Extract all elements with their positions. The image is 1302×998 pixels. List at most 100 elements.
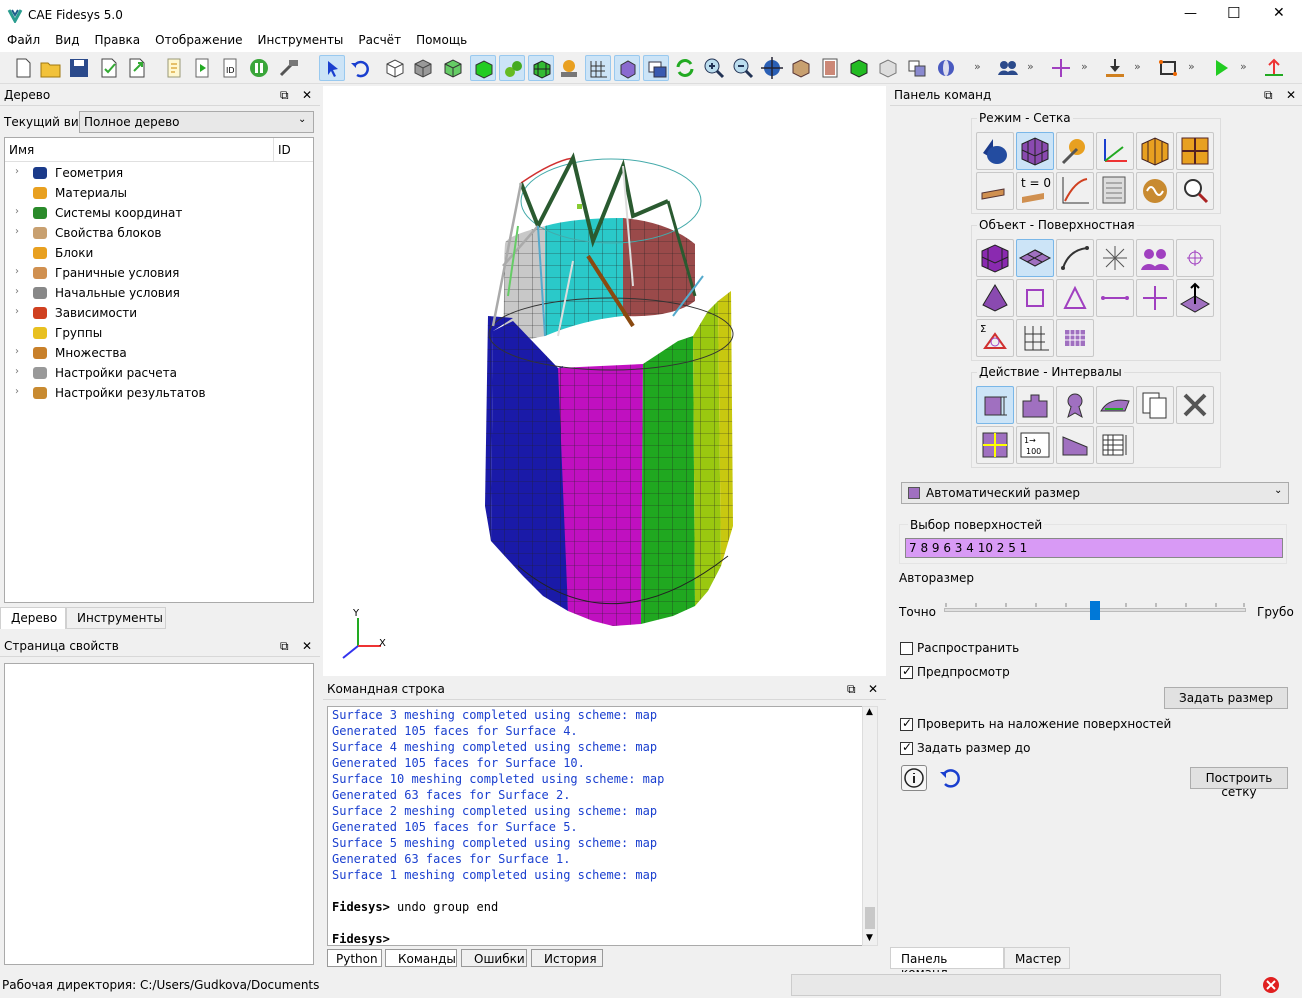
mode-sets-button[interactable] bbox=[1176, 132, 1214, 170]
grid-button[interactable] bbox=[585, 55, 611, 81]
check-overlap-checkbox[interactable] bbox=[900, 716, 913, 731]
tab-history[interactable]: История bbox=[531, 949, 603, 967]
save-as-button[interactable] bbox=[96, 55, 122, 81]
view-solid-button[interactable] bbox=[470, 55, 496, 81]
command-scrollbar[interactable]: ▲ ▼ bbox=[862, 706, 878, 946]
script-button[interactable] bbox=[162, 55, 188, 81]
run-calc-button[interactable] bbox=[1208, 55, 1234, 81]
mode-calc-button[interactable] bbox=[1096, 172, 1134, 210]
transparent-box-button[interactable] bbox=[875, 55, 901, 81]
close-button[interactable]: ✕ bbox=[1273, 5, 1285, 21]
act-count-button[interactable]: 1→ 100 bbox=[1016, 426, 1054, 464]
tab-python[interactable]: Python bbox=[327, 949, 382, 967]
menu-tools[interactable]: Инструменты bbox=[251, 30, 352, 47]
obj-surface-button[interactable] bbox=[1016, 239, 1054, 277]
tree-view[interactable]: Имя ID › Геометрия Материалы › Системы коорд… bbox=[4, 137, 314, 603]
reset-button[interactable] bbox=[937, 766, 961, 790]
mesh-model[interactable] bbox=[323, 86, 886, 676]
minimize-button[interactable]: — bbox=[1184, 6, 1197, 21]
close-icon[interactable]: ✕ bbox=[302, 88, 312, 102]
view-mesh-button[interactable] bbox=[528, 55, 554, 81]
tree-item[interactable]: › Начальные условия bbox=[15, 284, 305, 304]
tree-item[interactable]: › Зависимости bbox=[15, 304, 305, 324]
obj-matrix-button[interactable] bbox=[1056, 319, 1094, 357]
menu-file[interactable]: Файл bbox=[0, 30, 48, 47]
id-button[interactable]: ID bbox=[218, 55, 244, 81]
obj-sum-button[interactable]: Σ bbox=[976, 319, 1014, 357]
tree-item[interactable]: › Настройки результатов bbox=[15, 384, 305, 404]
group-users-button[interactable] bbox=[995, 55, 1021, 81]
chevron-right-icon[interactable]: › bbox=[15, 226, 19, 237]
propagate-checkbox[interactable] bbox=[900, 642, 913, 655]
toolbar-overflow-6[interactable]: » bbox=[1240, 60, 1247, 73]
material-view-button[interactable] bbox=[788, 55, 814, 81]
act-table-button[interactable] bbox=[1096, 426, 1134, 464]
save-button[interactable] bbox=[66, 55, 92, 81]
mode-dependency-button[interactable] bbox=[1056, 172, 1094, 210]
mode-coords-button[interactable] bbox=[1096, 132, 1134, 170]
menu-display[interactable]: Отображение bbox=[148, 30, 250, 47]
tree-item[interactable]: › Множества bbox=[15, 344, 305, 364]
act-interval-button[interactable] bbox=[976, 386, 1014, 424]
boxes-button[interactable] bbox=[904, 55, 930, 81]
toolbar-overflow-1[interactable]: » bbox=[974, 60, 981, 73]
obj-point-button[interactable] bbox=[1136, 279, 1174, 317]
maximize-button[interactable]: ☐ bbox=[1227, 4, 1240, 22]
size-mode-select[interactable]: Автоматический размер ⌄ bbox=[901, 482, 1289, 504]
menu-help[interactable]: Помощь bbox=[409, 30, 475, 47]
chevron-right-icon[interactable]: › bbox=[15, 206, 19, 217]
mode-analysis-button[interactable] bbox=[1176, 172, 1214, 210]
mode-material-button[interactable] bbox=[1056, 132, 1094, 170]
pause-button[interactable] bbox=[246, 55, 272, 81]
act-copy-button[interactable] bbox=[1136, 386, 1174, 424]
undo-button[interactable] bbox=[347, 55, 373, 81]
act-smooth-button[interactable] bbox=[1096, 386, 1134, 424]
info-button[interactable] bbox=[901, 765, 927, 791]
chevron-right-icon[interactable]: › bbox=[15, 266, 19, 277]
obj-quad-button[interactable] bbox=[1016, 279, 1054, 317]
obj-node-button[interactable] bbox=[1176, 239, 1214, 277]
obj-vertex-button[interactable] bbox=[1096, 239, 1134, 277]
tab-tools[interactable]: Инструменты bbox=[66, 607, 166, 629]
view-scene-button[interactable] bbox=[556, 55, 582, 81]
obj-volume-button[interactable] bbox=[976, 239, 1014, 277]
mode-bc-button[interactable] bbox=[976, 172, 1014, 210]
error-stop-icon[interactable] bbox=[1262, 976, 1280, 994]
obj-edge-button[interactable] bbox=[1096, 279, 1134, 317]
mode-initial-button[interactable]: t = 0 bbox=[1016, 172, 1054, 210]
mode-geometry-button[interactable] bbox=[976, 132, 1014, 170]
float-icon[interactable]: ⧉ bbox=[1264, 88, 1273, 103]
chevron-right-icon[interactable]: › bbox=[15, 386, 19, 397]
close-icon[interactable]: ✕ bbox=[302, 639, 312, 653]
mode-blocks-button[interactable] bbox=[1136, 132, 1174, 170]
load-button[interactable] bbox=[1102, 55, 1128, 81]
mode-mesh-button[interactable] bbox=[1016, 132, 1054, 170]
3d-viewport[interactable]: Y X bbox=[323, 86, 886, 676]
current-view-select[interactable]: Полное дерево ⌄ bbox=[79, 111, 314, 133]
menu-view[interactable]: Вид bbox=[48, 30, 87, 47]
float-icon[interactable]: ⧉ bbox=[280, 88, 289, 103]
close-icon[interactable]: ✕ bbox=[868, 682, 878, 696]
preview-checkbox[interactable] bbox=[900, 664, 913, 679]
palette-button[interactable] bbox=[817, 55, 843, 81]
view-wireframe-button[interactable] bbox=[382, 55, 408, 81]
toolbar-overflow-3[interactable]: » bbox=[1081, 60, 1088, 73]
zoom-out-button[interactable] bbox=[730, 55, 756, 81]
measure-button[interactable] bbox=[1155, 55, 1181, 81]
act-split-button[interactable] bbox=[976, 426, 1014, 464]
chevron-right-icon[interactable]: › bbox=[15, 286, 19, 297]
col-id[interactable]: ID bbox=[278, 143, 291, 157]
act-delete-button[interactable] bbox=[1176, 386, 1214, 424]
act-angle-button[interactable] bbox=[1056, 426, 1094, 464]
close-icon[interactable]: ✕ bbox=[1286, 88, 1296, 102]
col-name[interactable]: Имя bbox=[9, 143, 34, 157]
menu-edit[interactable]: Правка bbox=[87, 30, 148, 47]
chevron-right-icon[interactable]: › bbox=[15, 306, 19, 317]
chevron-right-icon[interactable]: › bbox=[15, 166, 19, 177]
mode-results-button[interactable] bbox=[1136, 172, 1174, 210]
tab-commands[interactable]: Команды bbox=[385, 949, 457, 967]
menu-calc[interactable]: Расчёт bbox=[351, 30, 409, 47]
sphere-view-button[interactable] bbox=[933, 55, 959, 81]
toolbar-overflow-5[interactable]: » bbox=[1188, 60, 1195, 73]
build-mesh-button[interactable]: Построить сетку bbox=[1190, 767, 1288, 799]
